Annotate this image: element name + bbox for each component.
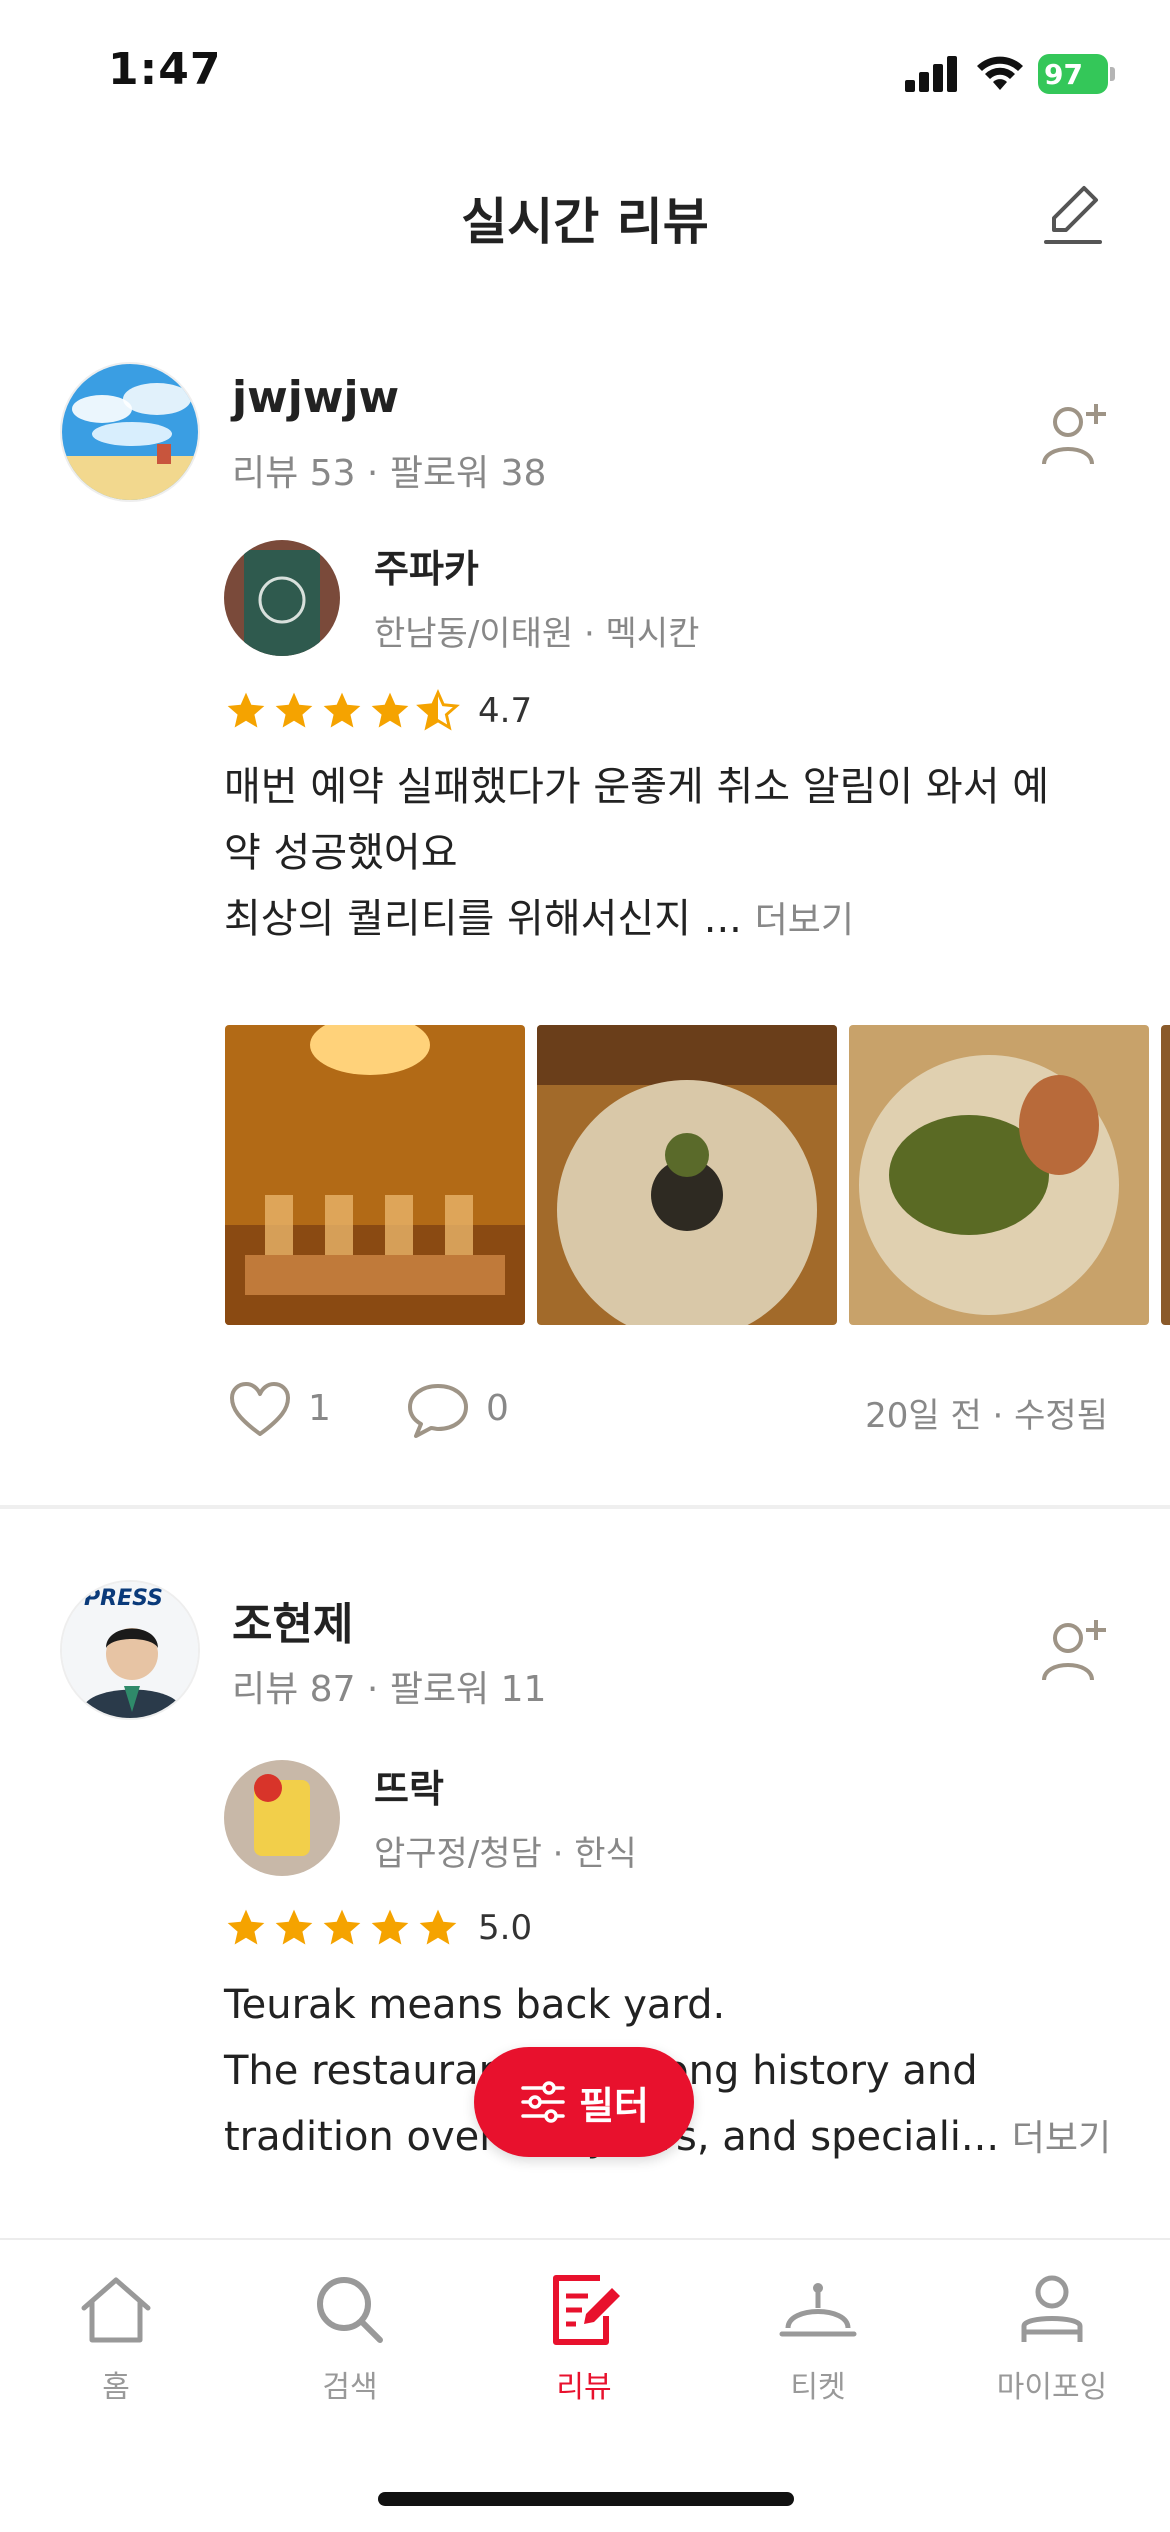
tab-search[interactable]: 검색 [260,2270,440,2420]
more-link[interactable]: 더보기 [755,900,854,941]
profile-icon [1021,2275,1083,2342]
cellular-signal-icon [905,56,957,92]
review-photo[interactable] [537,1025,837,1325]
ticket-icon [779,2283,857,2337]
review-photo[interactable] [849,1025,1149,1325]
avatar-text: PRESS [84,1586,163,1611]
filter-sliders-icon [521,2081,565,2123]
user-stats: 리뷰 53 · 팔로워 38 [232,453,547,494]
star-icon [323,1909,361,1945]
user-name[interactable]: jwjwjw [232,372,399,423]
filter-label: 필터 [579,2083,649,2128]
status-time: 1:47 [108,44,222,95]
beach-photo [62,364,198,500]
review-photo[interactable] [225,1025,525,1325]
follow-user-icon[interactable] [1040,1614,1110,1684]
review-line: 약 성공했어요 [224,830,458,876]
tasting-flight-photo [225,1025,525,1325]
tab-home[interactable]: 홈 [26,2270,206,2420]
restaurant-photo [224,540,340,656]
restaurant-thumbnail[interactable] [224,540,340,656]
star-rating: 5.0 [224,1906,532,1950]
tab-bar: 홈 검색 리뷰 티켓 마이포잉 [0,2238,1170,2532]
tab-label: 검색 [322,2370,378,2405]
review-text[interactable]: Teurak means back yard. The restaurant h… [224,1972,1170,2172]
star-icon [275,692,313,728]
restaurant-meta: 압구정/청담 · 한식 [374,1834,637,1874]
tab-ticket[interactable]: 티켓 [728,2270,908,2420]
star-icon [227,1909,265,1945]
salad-photo [849,1025,1149,1325]
status-bar: 1:47 97 [0,0,1170,150]
like-count: 1 [308,1388,331,1429]
home-indicator[interactable] [378,2492,794,2506]
review-date: 20일 전 · 수정됨 [865,1396,1108,1436]
rating-value: 5.0 [478,1908,533,1948]
review-line: 최상의 퀄리티를 위해서신지 ... [224,896,742,942]
comment-icon[interactable] [406,1380,470,1440]
user-stats: 리뷰 87 · 팔로워 11 [232,1669,547,1710]
star-icon [323,692,361,728]
page-title: 실시간 리뷰 [461,193,709,251]
restaurant-thumbnail[interactable] [224,1760,340,1876]
edit-icon[interactable] [1040,180,1106,250]
filter-button[interactable]: 필터 [474,2047,694,2157]
user-avatar[interactable]: PRESS [60,1580,200,1720]
review-line: Teurak means back yard. [224,1982,726,2028]
rating-value: 4.7 [478,691,533,731]
restaurant-photo [224,1760,340,1876]
battery-icon: 97 [1038,54,1116,94]
star-icon [227,692,265,728]
restaurant-name[interactable]: 뜨락 [374,1758,444,1813]
star-icon [371,1909,409,1945]
tab-my-poing[interactable]: 마이포잉 [962,2270,1142,2420]
dish-photo [537,1025,837,1325]
star-icon [275,1909,313,1945]
user-avatar[interactable] [60,362,200,502]
comment-count: 0 [486,1388,509,1429]
user-name[interactable]: 조현제 [232,1588,353,1652]
half-star-icon [416,689,460,731]
tab-review[interactable]: 리뷰 [494,2270,674,2420]
like-heart-icon[interactable] [228,1380,292,1440]
tab-label: 티켓 [790,2370,846,2405]
dish-photo-partial [1161,1025,1170,1325]
more-link[interactable]: 더보기 [1012,2118,1111,2159]
tab-label: 리뷰 [556,2370,612,2405]
review-icon [553,2275,620,2345]
home-icon [81,2277,151,2343]
review-photo[interactable] [1161,1025,1170,1325]
search-icon [317,2277,383,2343]
star-rating: 4.7 [224,689,532,733]
restaurant-meta: 한남동/이태원 · 멕시칸 [374,614,700,654]
tab-label: 마이포잉 [996,2370,1108,2405]
star-icon [419,1909,457,1945]
tab-label: 홈 [102,2370,130,2405]
follow-user-icon[interactable] [1040,398,1110,468]
restaurant-name[interactable]: 주파카 [374,538,479,593]
wifi-icon [977,56,1023,90]
divider [0,1505,1170,1509]
review-line: 매번 예약 실패했다가 운좋게 취소 알림이 와서 예 [224,764,1050,810]
battery-level: 97 [1044,58,1083,91]
review-line: The restaurant has a long history and [224,2048,978,2094]
review-photos[interactable] [225,1025,1170,1325]
star-icon [371,692,409,728]
review-text[interactable]: 매번 예약 실패했다가 운좋게 취소 알림이 와서 예 약 성공했어요 최상의 … [224,754,1170,954]
